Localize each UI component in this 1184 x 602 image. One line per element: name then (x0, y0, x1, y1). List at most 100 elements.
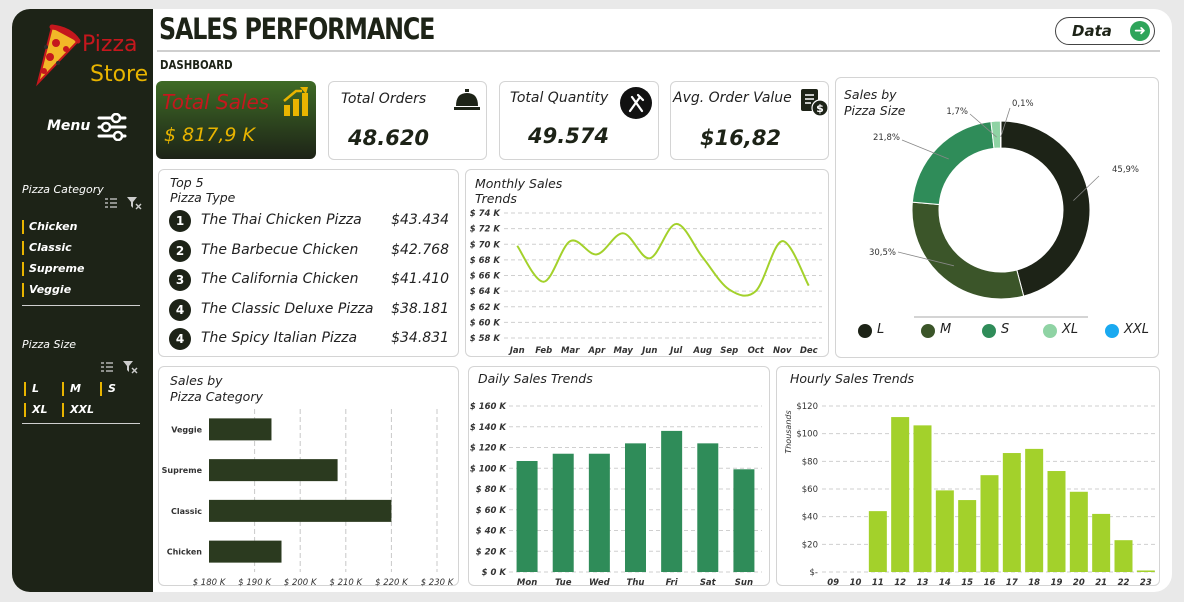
x-tick-label: 11 (872, 578, 884, 587)
clear-filter-icon[interactable] (126, 196, 142, 210)
pizza-slice-icon (36, 24, 81, 87)
category-option-supreme[interactable]: Supreme (22, 262, 84, 276)
bar-thu (625, 443, 646, 572)
sidebar: Pizza Store Menu Pizza Category Chicken C… (12, 9, 153, 592)
y-tick-label: Chicken (167, 548, 203, 557)
y-tick-label: $ 58 K (470, 334, 502, 344)
legend-label: XXL (1124, 322, 1150, 337)
top5-name: The Barbecue Chicken (201, 241, 359, 258)
bar-hour-20 (1069, 491, 1088, 572)
brand-logo: Pizza Store (22, 23, 150, 95)
bar-sun (733, 469, 755, 572)
kpi-avg-order-value-value: $16,82 (700, 126, 782, 150)
category-option-chicken[interactable]: Chicken (22, 220, 77, 234)
x-tick-label: May (614, 346, 634, 356)
kpi-total-quantity-label: Total Quantity (510, 90, 609, 106)
bar-hour-21 (1092, 513, 1111, 572)
bar-hour-19 (1047, 471, 1066, 572)
kpi-avg-order-value-label: Avg. Order Value (673, 90, 792, 106)
y-tick-label: $ 120 K (470, 444, 508, 454)
page-title: SALES PERFORMANCE (159, 12, 435, 46)
y-tick-label: $60 (802, 485, 818, 495)
bar-hour-14 (935, 490, 954, 572)
x-tick-label: Jul (668, 346, 683, 356)
top5-title-line2: Pizza Type (170, 190, 236, 205)
kpi-total-quantity-value: 49.574 (528, 124, 610, 148)
category-option-classic[interactable]: Classic (22, 241, 72, 255)
size-option-m[interactable]: M (62, 382, 81, 396)
legend-label: S (1001, 322, 1010, 337)
x-tick-label: 14 (939, 578, 951, 587)
x-tick-label: Jan (508, 346, 525, 356)
donut-data-label: 0,1% (1012, 99, 1034, 109)
top5-value: $34.831 (391, 330, 449, 346)
kpi-avg-order-value: Avg. Order Value $16,82 $ (670, 81, 829, 160)
y-tick-label: $ 140 K (470, 423, 508, 433)
donut-data-label: 1,7% (946, 107, 968, 117)
y-tick-label: $ 64 K (470, 287, 502, 297)
hourly-panel: Hourly Sales Trends $- $20 $40 $60 $80 $100 $1… (776, 366, 1160, 587)
top5-rank: 3 (169, 269, 191, 291)
x-tick-label: Sep (720, 346, 738, 356)
top5-row: 1 The Thai Chicken Pizza $43.434 (169, 210, 449, 232)
top5-value: $43.434 (391, 212, 449, 228)
bar-sat (697, 443, 719, 572)
top5-row: 3 The California Chicken $41.410 (169, 269, 449, 291)
top5-name: The California Chicken (201, 271, 359, 287)
bar-hour-22 (1114, 540, 1133, 572)
y-tick-label: $ 80 K (476, 485, 508, 495)
size-option-xxl[interactable]: XXL (62, 403, 94, 417)
legend-swatch (1043, 324, 1057, 338)
multi-select-icon[interactable] (104, 196, 118, 210)
legend-label: L (877, 322, 885, 337)
top5-value: $41.410 (391, 271, 449, 287)
brand-line2: Store (90, 62, 149, 87)
legend-swatch (858, 324, 872, 338)
service-bell-icon (454, 89, 480, 110)
divider (22, 305, 140, 306)
donut-slice-s (911, 121, 995, 206)
bar-chicken (209, 540, 282, 563)
data-button[interactable]: Data ➜ (1055, 17, 1155, 45)
y-axis-label: Thousands (784, 410, 793, 453)
top5-row: 4 The Spicy Italian Pizza $34.831 (169, 328, 449, 350)
x-tick-label: 18 (1028, 578, 1040, 587)
x-tick-label: Thu (627, 578, 645, 587)
x-tick-label: Feb (535, 346, 552, 356)
y-tick-label: $ 160 K (470, 402, 508, 412)
y-tick-label: $- (810, 568, 818, 578)
x-tick-label: $ 180 K (193, 578, 227, 587)
monthly-chart: $ 58 K $ 60 K $ 62 K $ 64 K $ 66 K $ 68 K $ 70… (470, 209, 822, 356)
kpi-total-sales-value: $ 817,9 K (164, 124, 256, 146)
size-option-xl[interactable]: XL (24, 403, 48, 417)
size-option-l[interactable]: L (24, 382, 39, 396)
svg-text:$: $ (816, 102, 824, 115)
top5-name: The Classic Deluxe Pizza (201, 300, 374, 317)
category-option-veggie[interactable]: Veggie (22, 283, 71, 297)
bar-tue (552, 453, 574, 572)
x-tick-label: Mon (517, 578, 537, 587)
dashboard-frame: Pizza Store Menu Pizza Category Chicken C… (12, 9, 1172, 592)
legend-swatch (1105, 324, 1119, 338)
top5-row: 4 The Classic Deluxe Pizza $38.181 (169, 298, 449, 321)
x-tick-label: 09 (827, 578, 839, 587)
x-tick-label: Fri (666, 578, 679, 587)
x-tick-label: $ 190 K (238, 578, 272, 587)
sliders-icon[interactable] (96, 113, 128, 141)
clear-filter-icon[interactable] (122, 360, 138, 374)
y-tick-label: Veggie (171, 425, 202, 434)
multi-select-icon[interactable] (100, 360, 114, 374)
kpi-total-sales-label: Total Sales (162, 90, 270, 114)
y-tick-label: $ 0 K (482, 568, 508, 578)
size-filter-title: Pizza Size (22, 338, 77, 351)
x-tick-label: $ 200 K (284, 578, 318, 587)
monthly-panel: Monthly Sales Trends $ 58 K $ 60 K $ 62 K $… (465, 169, 829, 357)
top5-panel: Top 5 Pizza Type 1 The Thai Chicken Pizza… (158, 169, 459, 357)
legend-label: XL (1062, 322, 1079, 337)
category-panel: Sales by Pizza Category $ 180 K $ 190 K $ … (158, 366, 459, 587)
donut-data-label: 30,5% (869, 248, 896, 258)
top5-value: $38.181 (391, 300, 449, 317)
size-option-s[interactable]: S (100, 382, 116, 396)
kpi-total-quantity: Total Quantity 49.574 (499, 81, 659, 160)
y-tick-label: $ 72 K (470, 225, 502, 235)
